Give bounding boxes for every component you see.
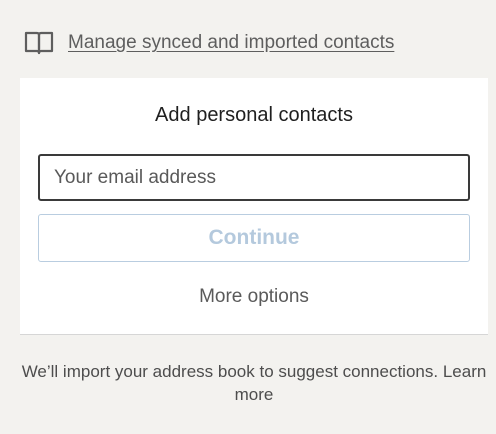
footer-note: We’ll import your address book to sugges… bbox=[20, 360, 488, 406]
footer-note-text: We’ll import your address book to sugges… bbox=[21, 362, 439, 381]
email-field[interactable] bbox=[38, 154, 470, 201]
card-title: Add personal contacts bbox=[155, 104, 353, 126]
manage-contacts-link[interactable]: Manage synced and imported contacts bbox=[68, 32, 394, 54]
more-options-link[interactable]: More options bbox=[20, 286, 488, 308]
continue-button[interactable]: Continue bbox=[38, 214, 470, 262]
add-contacts-card: Add personal contacts Continue More opti… bbox=[20, 78, 488, 335]
manage-contacts-row: Manage synced and imported contacts bbox=[24, 28, 394, 58]
book-icon bbox=[24, 30, 54, 56]
